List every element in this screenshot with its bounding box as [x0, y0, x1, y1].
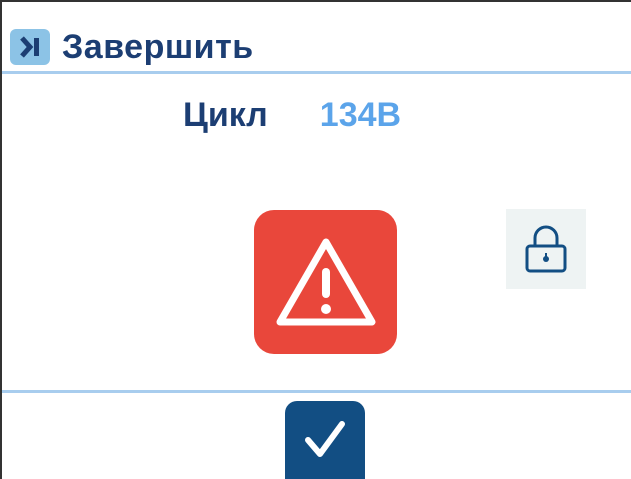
cycle-value: 134B — [319, 96, 402, 134]
cycle-info: Цикл 134B — [183, 96, 401, 135]
exit-button[interactable] — [10, 29, 50, 65]
checkmark-icon — [305, 421, 345, 457]
confirm-button[interactable] — [285, 401, 365, 479]
lock-button[interactable] — [506, 209, 586, 289]
footer-divider — [2, 390, 631, 393]
header-divider — [2, 71, 631, 74]
exit-arrow-icon — [20, 36, 39, 58]
warning-button[interactable] — [254, 210, 397, 354]
padlock-icon — [525, 225, 567, 273]
header: Завершить — [10, 26, 254, 68]
warning-triangle-icon — [276, 238, 375, 326]
page-title: Завершить — [62, 27, 254, 66]
cycle-label: Цикл — [183, 96, 268, 134]
